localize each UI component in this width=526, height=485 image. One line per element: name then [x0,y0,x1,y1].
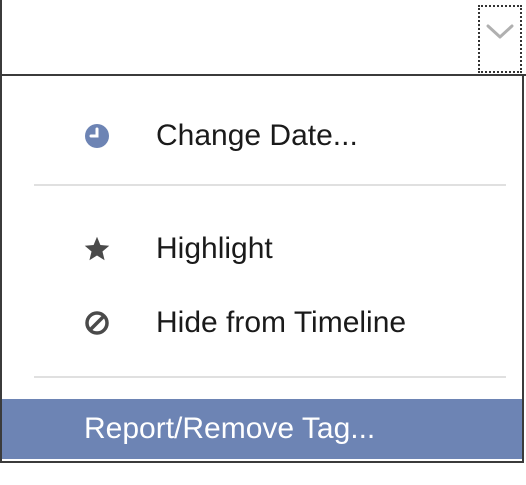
dropdown-menu: Change Date... Highlight Hide from Timel… [0,0,526,463]
chevron-down-icon [486,24,514,39]
menu-item-label: Change Date... [156,119,358,152]
prohibited-icon [81,307,113,339]
menu-divider [34,376,506,378]
menu-item-label: Report/Remove Tag... [84,412,376,445]
menu-item-change-date[interactable]: Change Date... [2,108,522,164]
menu-item-label: Hide from Timeline [156,306,407,339]
clock-icon [81,120,113,152]
star-icon [81,233,113,265]
menu-header [2,0,526,76]
menu-toggle-button[interactable] [478,5,522,73]
menu-item-label: Highlight [156,232,273,265]
menu-item-highlight[interactable]: Highlight [2,221,522,277]
menu-divider [34,184,506,186]
menu-item-report-remove-tag[interactable]: Report/Remove Tag... [2,399,522,459]
menu-item-hide-from-timeline[interactable]: Hide from Timeline [2,295,522,351]
